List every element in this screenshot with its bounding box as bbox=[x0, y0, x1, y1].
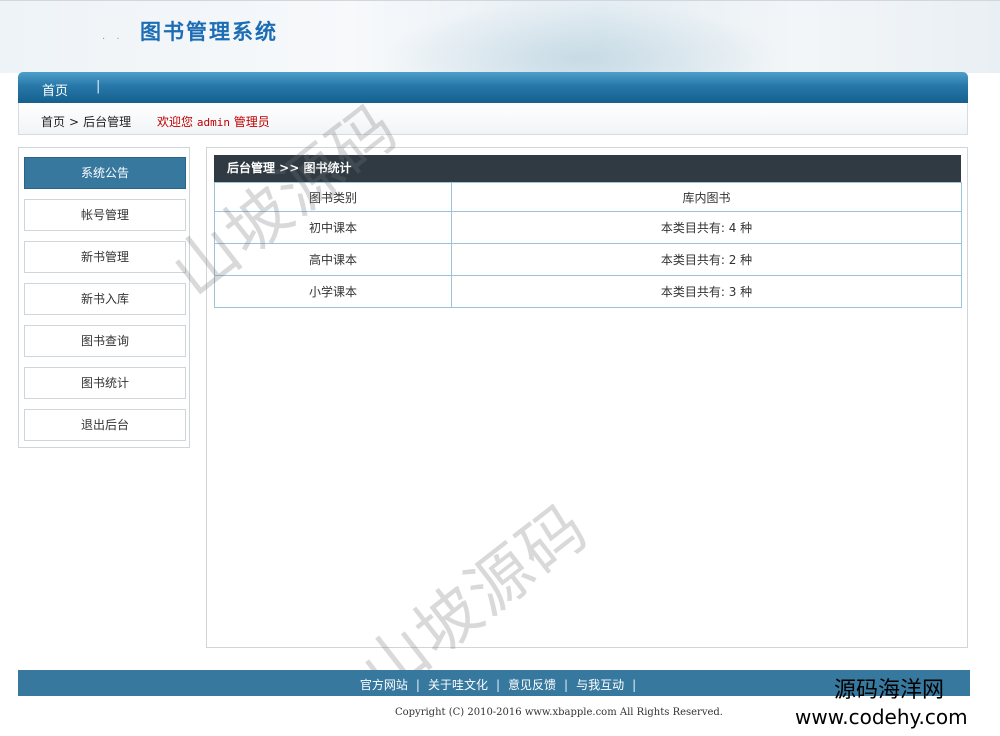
main-panel: 后台管理 >> 图书统计 图书类别 库内图书 初中课本 本类目共有: 4 种 高… bbox=[206, 147, 968, 648]
nav-home-link[interactable]: 首页 bbox=[42, 80, 68, 99]
footer-separator: | bbox=[564, 678, 569, 692]
column-header-category: 图书类别 bbox=[214, 182, 452, 212]
count-cell: 本类目共有: 4 种 bbox=[451, 211, 962, 244]
breadcrumb-current: 后台管理 bbox=[83, 115, 132, 129]
sidebar-menu: 系统公告 帐号管理 新书管理 新书入库 图书查询 图书统计 退出后台 bbox=[18, 147, 190, 448]
site-title: 图书管理系统 bbox=[140, 19, 278, 44]
sidebar-item-accounts[interactable]: 帐号管理 bbox=[24, 199, 186, 231]
footer-separator: | bbox=[632, 678, 637, 692]
stats-table: 图书类别 库内图书 初中课本 本类目共有: 4 种 高中课本 本类目共有: 2 … bbox=[214, 182, 962, 308]
footer-link-feedback[interactable]: 意见反馈 bbox=[508, 678, 556, 692]
count-cell: 本类目共有: 2 种 bbox=[451, 243, 962, 276]
category-cell: 小学课本 bbox=[214, 275, 452, 308]
footer-link-interact[interactable]: 与我互动 bbox=[576, 678, 624, 692]
table-row: 初中课本 本类目共有: 4 种 bbox=[214, 211, 962, 244]
count-cell: 本类目共有: 3 种 bbox=[451, 275, 962, 308]
welcome-prefix: 欢迎您 bbox=[157, 115, 194, 129]
breadcrumb-bar: 首页 > 后台管理 欢迎您 admin 管理员 bbox=[18, 103, 968, 135]
sidebar-item-book-stock-in[interactable]: 新书入库 bbox=[24, 283, 186, 315]
column-header-count: 库内图书 bbox=[451, 182, 962, 212]
table-row: 高中课本 本类目共有: 2 种 bbox=[214, 243, 962, 276]
sidebar-item-announcements[interactable]: 系统公告 bbox=[24, 157, 186, 189]
welcome-message: 欢迎您 admin 管理员 bbox=[157, 113, 270, 130]
sidebar-item-logout[interactable]: 退出后台 bbox=[24, 409, 186, 441]
table-row: 小学课本 本类目共有: 3 种 bbox=[214, 275, 962, 308]
footer-link-about[interactable]: 关于哇文化 bbox=[428, 678, 488, 692]
panel-title: 后台管理 >> 图书统计 bbox=[227, 161, 352, 175]
header-banner: . . 图书管理系统 bbox=[0, 0, 1000, 73]
breadcrumb-arrow: > bbox=[69, 115, 80, 129]
breadcrumb: 首页 > 后台管理 bbox=[41, 113, 131, 130]
category-cell: 高中课本 bbox=[214, 243, 452, 276]
panel-title-bar: 后台管理 >> 图书统计 bbox=[214, 155, 961, 182]
logo-dots: . . bbox=[102, 31, 124, 42]
nav-separator: | bbox=[96, 79, 101, 94]
sidebar-item-book-search[interactable]: 图书查询 bbox=[24, 325, 186, 357]
table-header-row: 图书类别 库内图书 bbox=[214, 182, 962, 212]
corner-url: www.codehy.com bbox=[795, 705, 968, 729]
footer-link-official-site[interactable]: 官方网站 bbox=[360, 678, 408, 692]
footer-bar: 官方网站 | 关于哇文化 | 意见反馈 | 与我互动 | bbox=[18, 670, 970, 696]
footer-separator: | bbox=[495, 678, 500, 692]
category-cell: 初中课本 bbox=[214, 211, 452, 244]
welcome-username: admin bbox=[196, 116, 230, 129]
footer-separator: | bbox=[415, 678, 420, 692]
banner-decoration bbox=[380, 1, 780, 73]
breadcrumb-home[interactable]: 首页 bbox=[41, 115, 65, 129]
corner-brand: 源码海洋网 bbox=[834, 678, 945, 703]
footer-links: 官方网站 | 关于哇文化 | 意见反馈 | 与我互动 | bbox=[18, 676, 970, 693]
sidebar-item-new-books[interactable]: 新书管理 bbox=[24, 241, 186, 273]
sidebar-item-book-stats[interactable]: 图书统计 bbox=[24, 367, 186, 399]
top-nav: 首页 | bbox=[18, 72, 968, 103]
welcome-role: 管理员 bbox=[233, 115, 270, 129]
